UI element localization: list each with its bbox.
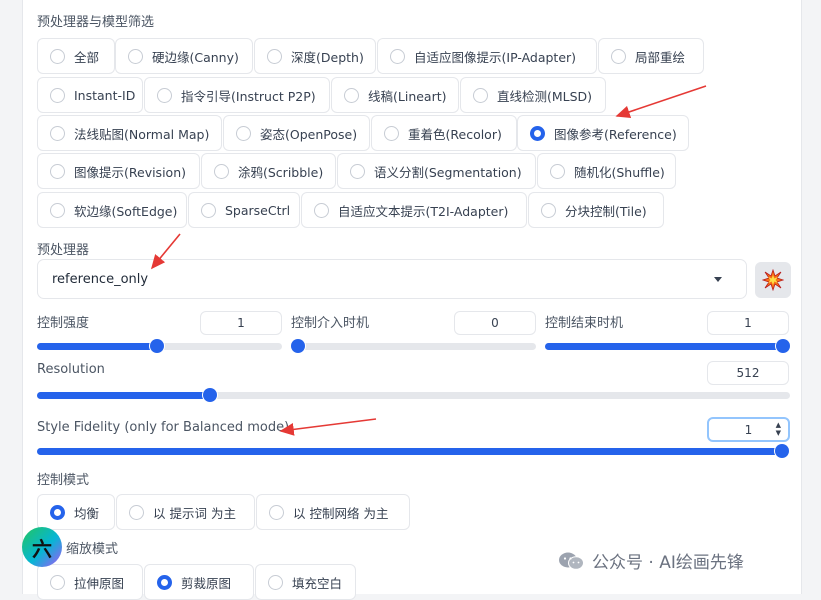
annotation-arrows: [150, 85, 707, 436]
arrow-to-preprocessor: [150, 233, 181, 270]
floating-logo-icon[interactable]: 六: [22, 527, 62, 567]
watermark: 公众号 · AI绘画先锋: [558, 548, 744, 573]
arrow-to-style-fidelity: [279, 418, 377, 436]
arrow-to-reference: [615, 85, 707, 118]
wechat-icon: [559, 552, 584, 570]
watermark-text: 公众号 · AI绘画先锋: [592, 553, 744, 573]
